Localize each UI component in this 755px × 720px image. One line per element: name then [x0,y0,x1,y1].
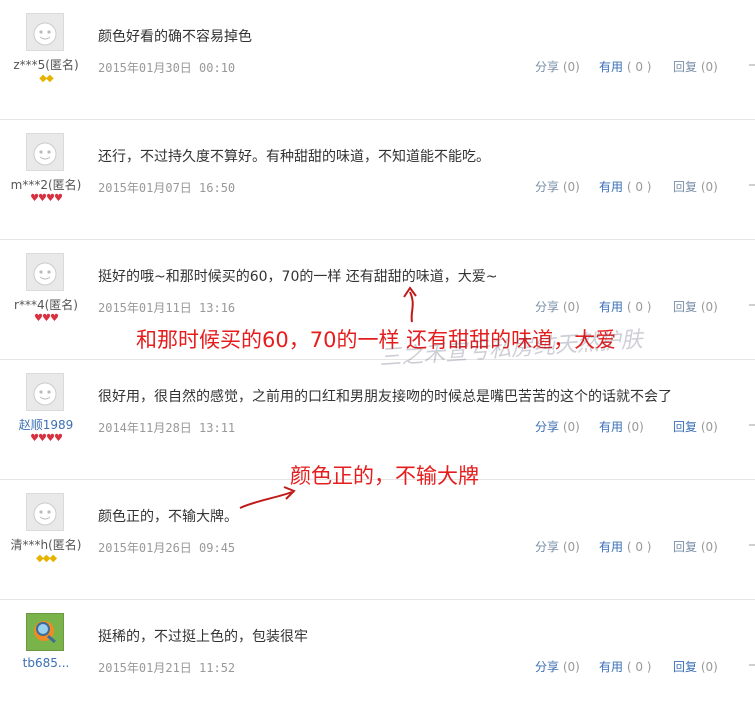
arrow-icon [409,291,414,323]
annotation-arrows [239,286,417,509]
arrow-icon [239,491,293,509]
page-edge [747,0,755,677]
